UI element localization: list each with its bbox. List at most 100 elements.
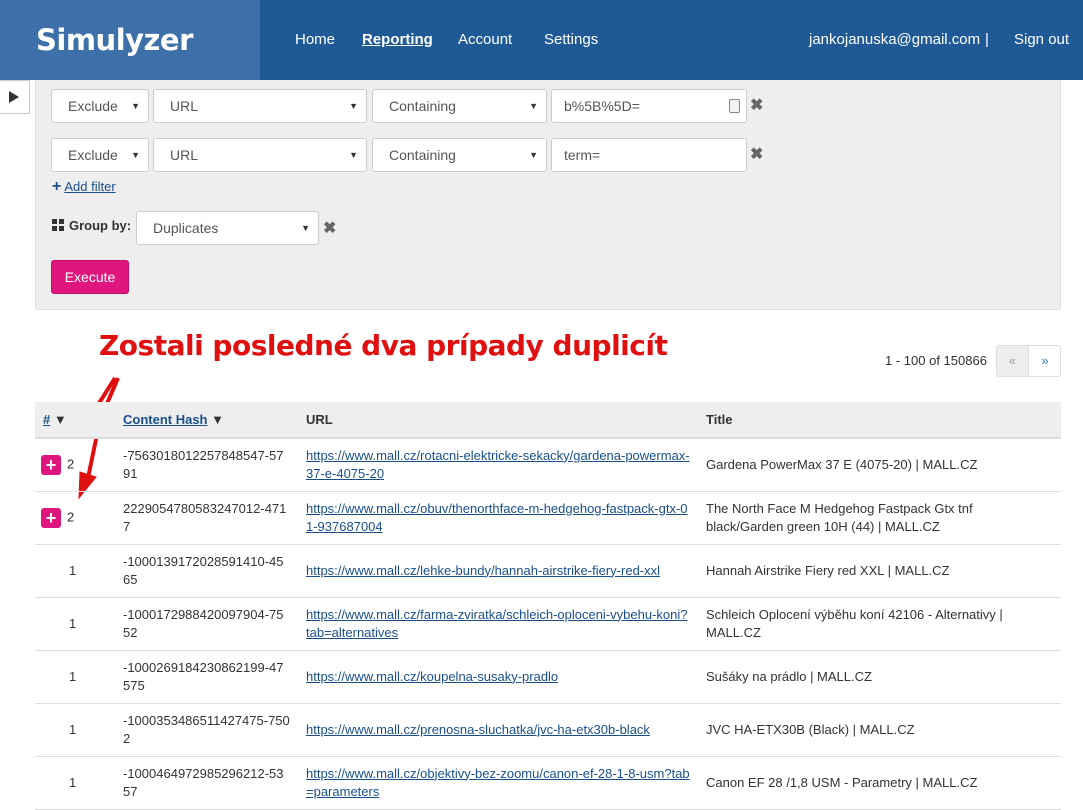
- filter-panel: Exclude ▼ URL ▼ Containing ▼ b%5B%5D= ✖ …: [35, 80, 1061, 310]
- row-title: Schleich Oplocení výběhu koní 42106 - Al…: [698, 597, 1061, 651]
- sign-out-link[interactable]: Sign out: [1014, 31, 1069, 48]
- results-table: # ▼ Content Hash ▼ URL Title +2 -75630180…: [35, 402, 1061, 810]
- row-url-link[interactable]: https://www.mall.cz/farma-zviratka/schle…: [306, 607, 687, 640]
- chevron-down-icon: ▼: [131, 101, 140, 111]
- row-count-cell: 1: [35, 597, 115, 651]
- row-count-cell: 1: [35, 544, 115, 598]
- row-count: 1: [69, 774, 77, 790]
- filter-mode-select[interactable]: Exclude ▼: [51, 89, 149, 123]
- table-header-row: # ▼ Content Hash ▼ URL Title: [35, 402, 1061, 439]
- row-title: Canon EF 28 /1,8 USM - Parametry | MALL.…: [698, 756, 1061, 810]
- col-header-num[interactable]: # ▼: [35, 402, 115, 439]
- row-url-cell: https://www.mall.cz/koupelna-susaky-prad…: [298, 650, 698, 704]
- row-count-cell: 1: [35, 650, 115, 704]
- sort-num-link[interactable]: #: [43, 412, 50, 427]
- add-filter-label: Add filter: [64, 179, 116, 194]
- table-row: 1 -1000139172028591410-4565 https://www.ma…: [35, 544, 1061, 598]
- pagination: « »: [996, 345, 1061, 377]
- row-hash: -1000353486511427475-7502: [115, 703, 298, 757]
- filter-mode-select[interactable]: Exclude ▼: [51, 138, 149, 172]
- user-email-link[interactable]: jankojanuska@gmail.com: [809, 31, 980, 48]
- row-hash: -1000464972985296212-5357: [115, 756, 298, 810]
- remove-filter-icon[interactable]: ✖: [750, 95, 763, 115]
- row-count: 1: [69, 668, 77, 684]
- chevron-down-icon: ▼: [301, 223, 310, 233]
- filter-field-value: URL: [170, 147, 199, 163]
- row-hash: -1000172988420097904-7552: [115, 597, 298, 651]
- filter-value-input[interactable]: term=: [551, 138, 747, 172]
- col-header-url: URL: [298, 402, 698, 439]
- chevron-down-icon: ▼: [529, 150, 538, 160]
- table-row: 1 -1000464972985296212-5357 https://www.ma…: [35, 756, 1061, 810]
- keyboard-icon[interactable]: [729, 99, 740, 113]
- prev-page-button[interactable]: «: [997, 346, 1029, 376]
- row-count: 2: [67, 508, 75, 524]
- row-url-link[interactable]: https://www.mall.cz/rotacni-elektricke-s…: [306, 448, 690, 481]
- filter-mode-value: Exclude: [68, 98, 118, 114]
- grid-icon: [52, 219, 64, 231]
- row-hash: 2229054780583247012-4717: [115, 491, 298, 545]
- nav-account[interactable]: Account: [458, 31, 512, 48]
- expand-plus-icon[interactable]: +: [41, 454, 61, 475]
- row-title: Hannah Airstrike Fiery red XXL | MALL.CZ: [698, 544, 1061, 598]
- play-arrow-icon: [9, 91, 19, 103]
- row-title: JVC HA-ETX30B (Black) | MALL.CZ: [698, 703, 1061, 757]
- table-row: +2 2229054780583247012-4717 https://www.ma…: [35, 491, 1061, 545]
- table-row: 1 -1000172988420097904-7552 https://www.ma…: [35, 597, 1061, 651]
- row-url-cell: https://www.mall.cz/farma-zviratka/schle…: [298, 597, 698, 651]
- expand-plus-icon[interactable]: +: [41, 507, 61, 528]
- row-url-link[interactable]: https://www.mall.cz/objektivy-bez-zoomu/…: [306, 766, 690, 799]
- next-page-button[interactable]: »: [1029, 346, 1061, 376]
- group-by-label: Group by:: [52, 218, 131, 233]
- row-url-link[interactable]: https://www.mall.cz/obuv/thenorthface-m-…: [306, 501, 688, 534]
- chevron-down-icon: ▼: [349, 101, 358, 111]
- filter-field-select[interactable]: URL ▼: [153, 89, 367, 123]
- row-count: 2: [67, 456, 75, 472]
- filter-operator-select[interactable]: Containing ▼: [372, 89, 547, 123]
- execute-button[interactable]: Execute: [51, 260, 129, 294]
- nav-settings[interactable]: Settings: [544, 31, 598, 48]
- row-title: The North Face M Hedgehog Fastpack Gtx t…: [698, 491, 1061, 545]
- chevron-down-icon: ▼: [131, 150, 140, 160]
- filter-value-text: term=: [564, 147, 601, 163]
- remove-group-by-icon[interactable]: ✖: [323, 218, 336, 238]
- row-url-link[interactable]: https://www.mall.cz/koupelna-susaky-prad…: [306, 669, 558, 684]
- row-count: 1: [69, 615, 77, 631]
- nav-reporting[interactable]: Reporting: [362, 31, 433, 48]
- sort-desc-icon: ▼: [53, 412, 67, 427]
- group-by-select[interactable]: Duplicates ▼: [136, 211, 319, 245]
- group-by-text: Group by:: [69, 218, 132, 233]
- brand-logo[interactable]: Simulyzer: [0, 0, 260, 80]
- filter-field-value: URL: [170, 98, 199, 114]
- annotation-text: Zostali posledné dva prípady duplicít: [99, 329, 668, 362]
- row-url-cell: https://www.mall.cz/rotacni-elektricke-s…: [298, 438, 698, 492]
- filter-operator-value: Containing: [389, 147, 456, 163]
- filter-field-select[interactable]: URL ▼: [153, 138, 367, 172]
- chevron-down-icon: ▼: [529, 101, 538, 111]
- row-url-link[interactable]: https://www.mall.cz/lehke-bundy/hannah-a…: [306, 563, 660, 578]
- nav-home[interactable]: Home: [295, 31, 335, 48]
- row-url-cell: https://www.mall.cz/objektivy-bez-zoomu/…: [298, 756, 698, 810]
- table-row: +2 -7563018012257848547-5791 https://www.m…: [35, 438, 1061, 492]
- sort-desc-icon: ▼: [211, 412, 224, 427]
- row-hash: -1000269184230862199-47575: [115, 650, 298, 704]
- row-url-cell: https://www.mall.cz/lehke-bundy/hannah-a…: [298, 544, 698, 598]
- filter-value-text: b%5B%5D=: [564, 98, 640, 114]
- remove-filter-icon[interactable]: ✖: [750, 144, 763, 164]
- filter-operator-value: Containing: [389, 98, 456, 114]
- add-filter-link[interactable]: + Add filter: [52, 178, 116, 196]
- row-count-cell: +2: [35, 491, 115, 545]
- row-count: 1: [69, 562, 77, 578]
- filter-operator-select[interactable]: Containing ▼: [372, 138, 547, 172]
- row-count-cell: 1: [35, 756, 115, 810]
- row-url-link[interactable]: https://www.mall.cz/prenosna-sluchatka/j…: [306, 722, 650, 737]
- chevron-down-icon: ▼: [349, 150, 358, 160]
- filter-value-input[interactable]: b%5B%5D=: [551, 89, 747, 123]
- table-row: 1 -1000269184230862199-47575 https://www.m…: [35, 650, 1061, 704]
- row-url-cell: https://www.mall.cz/obuv/thenorthface-m-…: [298, 491, 698, 545]
- sidebar-toggle-button[interactable]: [0, 80, 30, 114]
- sort-hash-link[interactable]: Content Hash: [123, 412, 208, 427]
- col-header-hash[interactable]: Content Hash ▼: [115, 402, 298, 439]
- row-title: Gardena PowerMax 37 E (4075-20) | MALL.C…: [698, 438, 1061, 492]
- row-count-cell: 1: [35, 703, 115, 757]
